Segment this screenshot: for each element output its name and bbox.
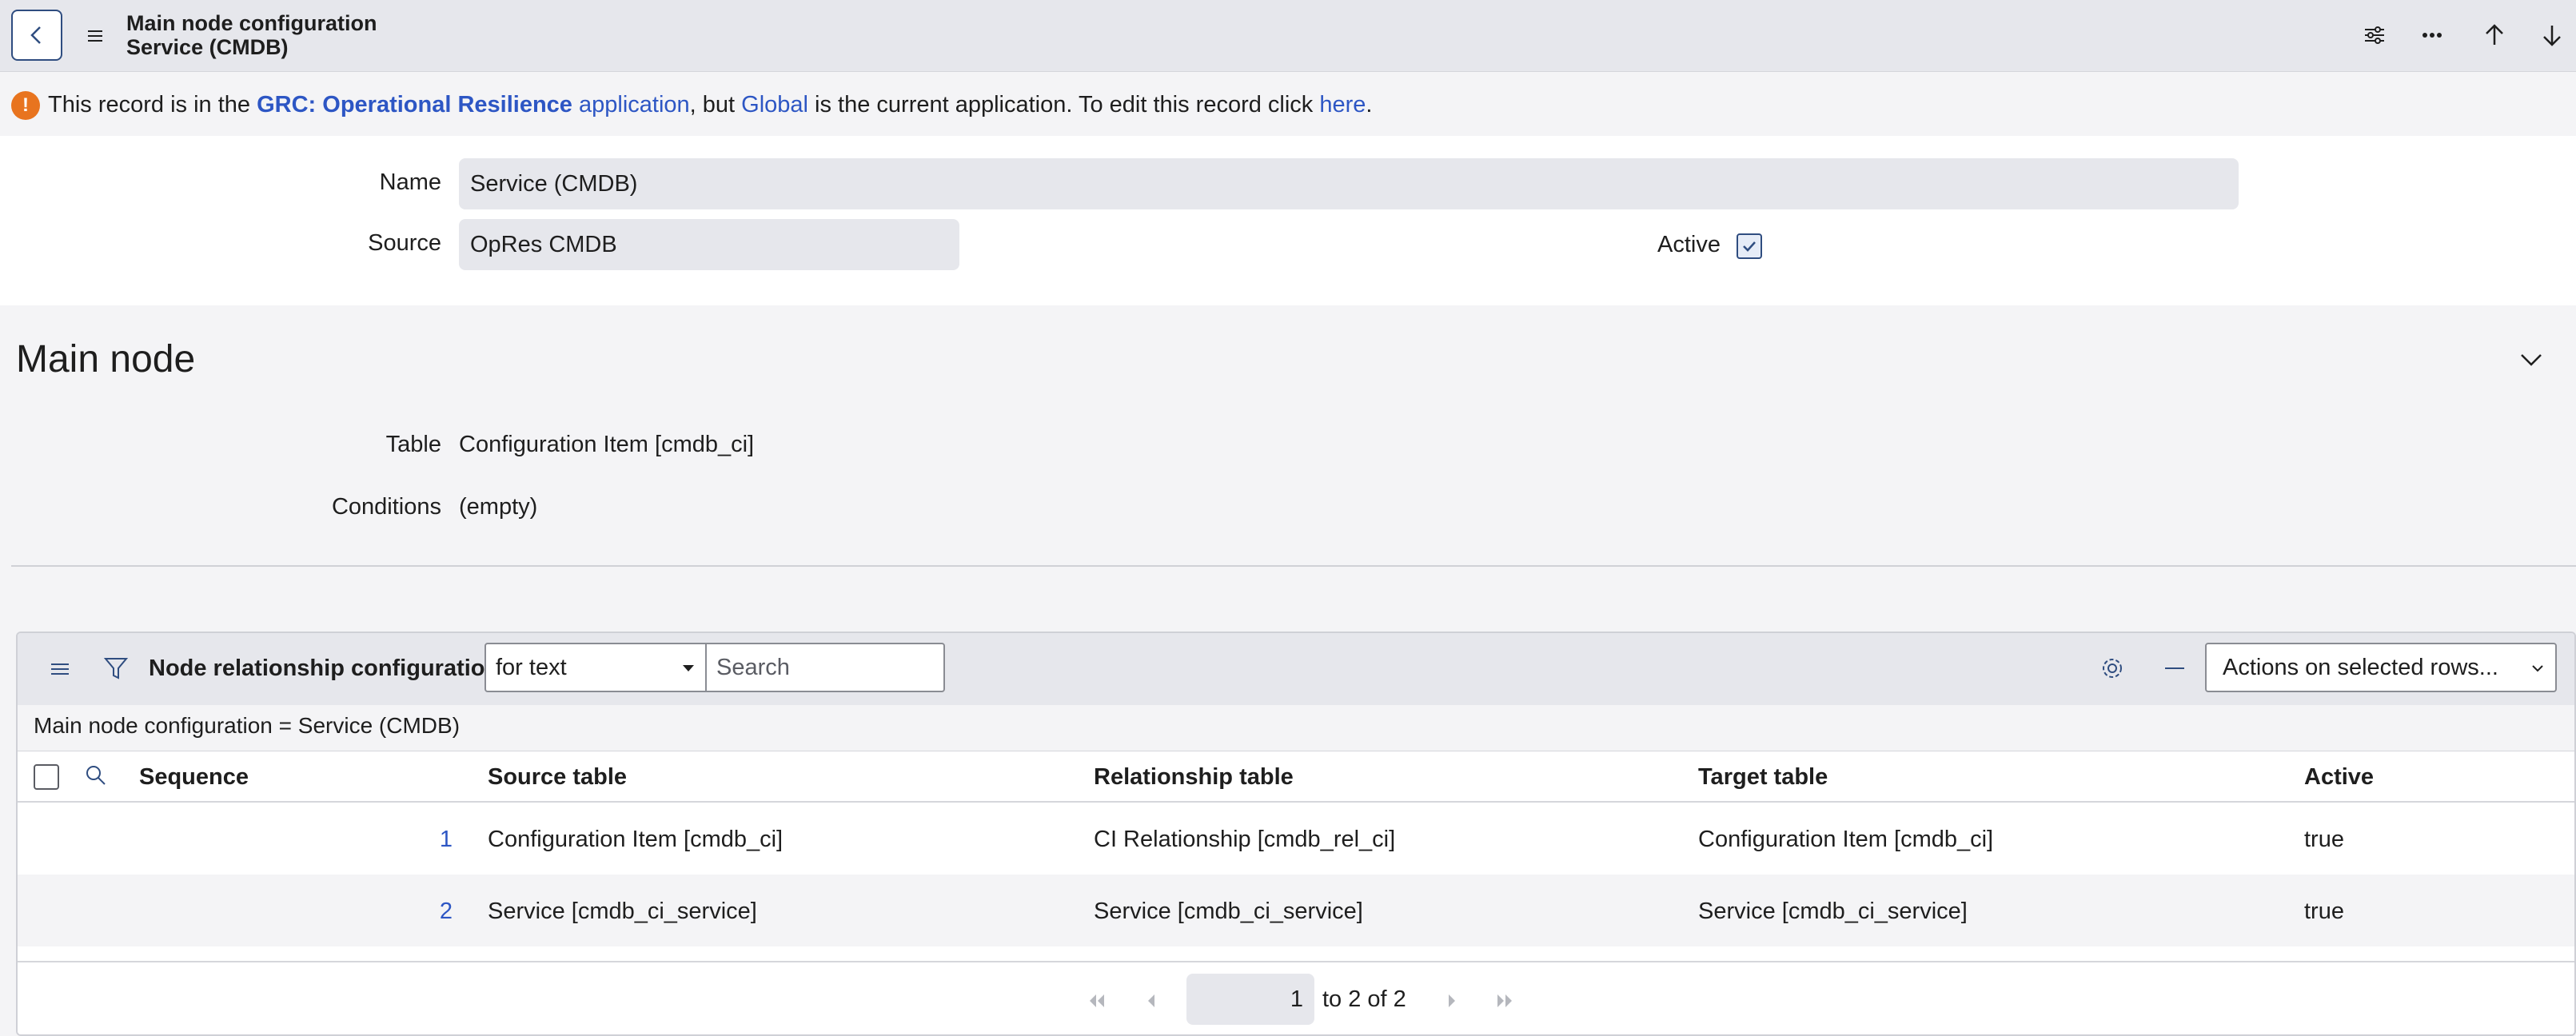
search-icon[interactable] bbox=[83, 763, 109, 788]
search-field-value: for text bbox=[496, 654, 567, 680]
sequence-link[interactable]: 1 bbox=[429, 827, 453, 853]
list-menu-icon[interactable] bbox=[46, 655, 74, 683]
source-label: Source bbox=[368, 230, 441, 256]
record-header: Main node configuration Service (CMDB) bbox=[0, 0, 2576, 72]
banner-end: . bbox=[1366, 92, 1373, 118]
banner-middle: , but bbox=[689, 92, 742, 118]
column-header-source-table[interactable]: Source table bbox=[488, 764, 627, 791]
target-table-cell: Configuration Item [cmdb_ci] bbox=[1698, 827, 1994, 852]
banner-message: This record is in the GRC: Operational R… bbox=[48, 90, 1372, 119]
minimize-icon[interactable] bbox=[2160, 654, 2189, 683]
chevron-down-icon bbox=[2532, 665, 2543, 672]
record-table-name: Main node configuration bbox=[126, 11, 377, 35]
name-field[interactable]: Service (CMDB) bbox=[459, 158, 2239, 209]
target-table-cell: Service [cmdb_ci_service] bbox=[1698, 899, 1968, 924]
related-list: Node relationship configurations for tex… bbox=[16, 632, 2576, 1036]
application-word-link[interactable]: application bbox=[572, 92, 690, 118]
name-label: Name bbox=[379, 169, 441, 195]
active-label: Active bbox=[1657, 232, 1721, 257]
previous-page-icon[interactable] bbox=[1137, 986, 1166, 1015]
actions-select-value: Actions on selected rows... bbox=[2223, 654, 2498, 680]
column-header-target-table[interactable]: Target table bbox=[1698, 764, 1828, 791]
next-page-icon[interactable] bbox=[1438, 986, 1466, 1015]
relationship-table-cell: Service [cmdb_ci_service] bbox=[1094, 899, 1363, 924]
first-page-icon[interactable] bbox=[1083, 986, 1111, 1015]
arrow-up-icon[interactable] bbox=[2478, 19, 2510, 51]
application-link[interactable]: GRC: Operational Resilience bbox=[257, 92, 572, 118]
arrow-down-icon[interactable] bbox=[2536, 19, 2568, 51]
banner-suffix: is the current application. To edit this… bbox=[807, 92, 1320, 118]
table-label: Table bbox=[385, 432, 441, 457]
caret-down-icon bbox=[683, 665, 694, 671]
more-options-icon[interactable] bbox=[2416, 19, 2448, 51]
section-title: Main node bbox=[16, 338, 196, 381]
conditions-value: (empty) bbox=[459, 494, 538, 520]
table-value: Configuration Item [cmdb_ci] bbox=[459, 432, 755, 457]
column-header-active[interactable]: Active bbox=[2304, 764, 2374, 791]
column-header-sequence[interactable]: Sequence bbox=[139, 764, 249, 791]
relationship-table-cell: CI Relationship [cmdb_rel_ci] bbox=[1094, 827, 1396, 852]
global-link[interactable]: Global bbox=[741, 92, 808, 118]
column-header-relationship-table[interactable]: Relationship table bbox=[1094, 764, 1294, 791]
back-button[interactable] bbox=[11, 10, 62, 61]
source-table-cell: Service [cmdb_ci_service] bbox=[488, 899, 757, 924]
conditions-label: Conditions bbox=[331, 494, 441, 520]
page-number-input[interactable]: 1 bbox=[1186, 974, 1314, 1025]
active-cell: true bbox=[2304, 827, 2344, 852]
checkmark-icon bbox=[1743, 241, 1756, 252]
active-cell: true bbox=[2304, 899, 2344, 924]
actions-select[interactable]: Actions on selected rows... bbox=[2205, 643, 2557, 692]
table-row: 2 Service [cmdb_ci_service] Service [cmd… bbox=[18, 875, 2574, 946]
warning-icon: ! bbox=[11, 91, 40, 120]
search-input[interactable]: Search bbox=[705, 643, 945, 692]
active-checkbox[interactable] bbox=[1737, 233, 1762, 259]
table-row: 1 Configuration Item [cmdb_ci] CI Relati… bbox=[18, 803, 2574, 875]
sequence-link[interactable]: 2 bbox=[429, 899, 453, 925]
section-divider bbox=[11, 565, 2576, 567]
record-title: Main node configuration Service (CMDB) bbox=[126, 11, 377, 59]
record-display-value: Service (CMDB) bbox=[126, 35, 289, 59]
search-field-select[interactable]: for text bbox=[484, 643, 707, 692]
page-range-text: to 2 of 2 bbox=[1322, 986, 1406, 1012]
settings-sliders-icon[interactable] bbox=[2359, 19, 2391, 51]
column-header-row bbox=[18, 751, 2574, 803]
chevron-left-icon bbox=[30, 26, 41, 44]
gear-icon[interactable] bbox=[2098, 654, 2127, 683]
edit-here-link[interactable]: here bbox=[1319, 92, 1366, 118]
select-all-checkbox[interactable] bbox=[34, 764, 59, 790]
source-field[interactable]: OpRes CMDB bbox=[459, 219, 959, 270]
form-menu-icon[interactable] bbox=[83, 24, 107, 48]
filter-breadcrumb[interactable]: Main node configuration = Service (CMDB) bbox=[34, 713, 460, 739]
chevron-down-icon[interactable] bbox=[2517, 345, 2546, 374]
last-page-icon[interactable] bbox=[1490, 986, 1519, 1015]
filter-icon[interactable] bbox=[102, 654, 130, 683]
related-list-title: Node relationship configurations bbox=[149, 655, 512, 681]
banner-prefix: This record is in the bbox=[48, 92, 257, 118]
source-table-cell: Configuration Item [cmdb_ci] bbox=[488, 827, 784, 852]
